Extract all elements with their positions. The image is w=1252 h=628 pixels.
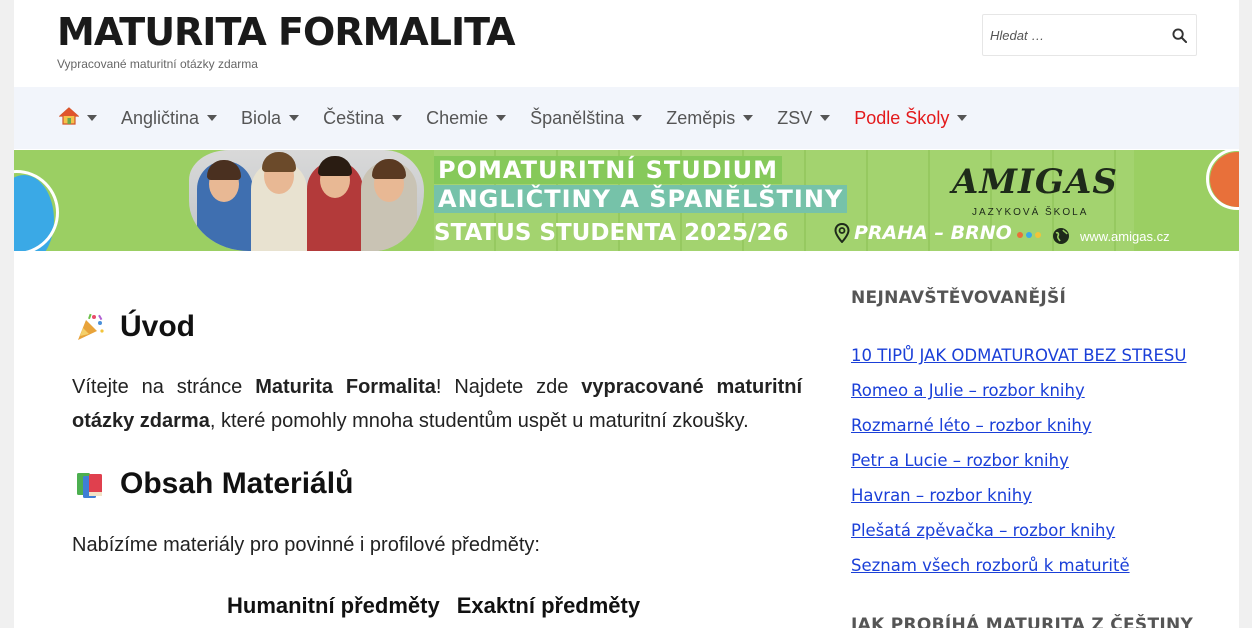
nav-label: Podle Školy	[854, 107, 950, 128]
decor-dots	[1017, 232, 1041, 238]
banner-cities: PRAHA – BRNO	[834, 222, 1012, 244]
nav-label: ZSV	[777, 107, 813, 128]
party-popper-icon	[72, 311, 108, 343]
nav-label: Chemie	[426, 107, 489, 128]
search-icon	[1171, 27, 1187, 43]
column-header-humanities: Humanitní předměty	[227, 593, 440, 618]
nav-item-anglictina[interactable]: Angličtina	[121, 87, 218, 149]
nav-label: Zeměpis	[666, 107, 736, 128]
cities-text: PRAHA – BRNO	[854, 222, 1012, 244]
nav-item-zsv[interactable]: ZSV	[777, 87, 831, 149]
nav-label: Biola	[241, 107, 282, 128]
sidebar-link[interactable]: Rozmarné léto – rozbor knihy	[851, 416, 1092, 435]
website-text: www.amigas.cz	[1080, 228, 1170, 244]
home-icon	[58, 106, 80, 130]
brand-subtitle: JAZYKOVÁ ŠKOLA	[972, 207, 1089, 218]
nav-item-home[interactable]	[58, 87, 97, 149]
site-title[interactable]: MATURITA FORMALITA	[57, 10, 516, 54]
nav-item-cestina[interactable]: Čeština	[323, 87, 403, 149]
nav-label: Čeština	[323, 107, 385, 128]
chevron-down-icon	[496, 115, 507, 121]
decor-ring	[14, 170, 59, 251]
search-input[interactable]	[983, 15, 1163, 55]
chevron-down-icon	[87, 115, 97, 121]
column-header-exact: Exaktní předměty	[456, 593, 641, 618]
sidebar-link[interactable]: Seznam všech rozborů k maturitě	[851, 556, 1130, 575]
chevron-down-icon	[632, 115, 643, 121]
chevron-down-icon	[289, 115, 300, 121]
chevron-down-icon	[957, 115, 968, 121]
banner-headline: POMATURITNÍ STUDIUM	[434, 156, 782, 184]
nav-item-podle-skoly[interactable]: Podle Školy	[854, 87, 968, 149]
chevron-down-icon	[820, 115, 831, 121]
nav-item-chemie[interactable]: Chemie	[426, 87, 507, 149]
list-item: Seznam všech rozborů k maturitě	[851, 553, 1187, 588]
nav-label: Angličtina	[121, 107, 200, 128]
subjects-table-header: Humanitní předměty Exaktní předměty	[227, 593, 640, 619]
sidebar-popular-list: 10 TIPŮ JAK ODMATUROVAT BEZ STRESU Romeo…	[851, 343, 1187, 588]
sidebar-link[interactable]: 10 TIPŮ JAK ODMATUROVAT BEZ STRESU	[851, 346, 1187, 365]
decor-ring	[1206, 150, 1239, 210]
page: MATURITA FORMALITA Vypracované maturitní…	[14, 0, 1239, 628]
nav-item-spanelstina[interactable]: Španělština	[530, 87, 643, 149]
books-icon	[72, 468, 108, 500]
globe-icon	[1053, 228, 1069, 244]
banner-subheadline: ANGLIČTINY A ŠPANĚLŠTINY	[434, 185, 848, 213]
banner-status: STATUS STUDENTA 2025/26	[434, 220, 789, 246]
students-photo	[189, 150, 424, 251]
intro-paragraph: Vítejte na stránce Maturita Formalita! N…	[72, 376, 802, 432]
sidebar-popular-title: NEJNAVŠTĚVOVANĚJŠÍ	[851, 288, 1067, 308]
search-form	[982, 14, 1197, 56]
banner-website: www.amigas.cz	[1052, 227, 1170, 245]
sidebar-link[interactable]: Romeo a Julie – rozbor knihy	[851, 381, 1085, 400]
amigas-logo: AMIGAS	[952, 162, 1118, 202]
nav-item-biola[interactable]: Biola	[241, 87, 300, 149]
intro-heading-text: Úvod	[120, 310, 195, 343]
location-pin-icon	[834, 223, 850, 243]
sidebar-link[interactable]: Havran – rozbor knihy	[851, 486, 1032, 505]
list-item: Rozmarné léto – rozbor knihy	[851, 413, 1187, 448]
main-nav: Angličtina Biola Čeština Chemie Španělšt…	[14, 87, 1239, 149]
list-item: Romeo a Julie – rozbor knihy	[851, 378, 1187, 413]
list-item: Havran – rozbor knihy	[851, 483, 1187, 518]
chevron-down-icon	[207, 115, 218, 121]
intro-heading: Úvod	[72, 310, 195, 344]
nav-item-zemepis[interactable]: Zeměpis	[666, 87, 754, 149]
sidebar-link[interactable]: Petr a Lucie – rozbor knihy	[851, 451, 1069, 470]
nav-label: Španělština	[530, 107, 625, 128]
list-item: Petr a Lucie – rozbor knihy	[851, 448, 1187, 483]
chevron-down-icon	[392, 115, 403, 121]
list-item: 10 TIPŮ JAK ODMATUROVAT BEZ STRESU	[851, 343, 1187, 378]
chevron-down-icon	[743, 115, 754, 121]
sidebar-link[interactable]: Plešatá zpěvačka – rozbor knihy	[851, 521, 1115, 540]
materials-heading: Obsah Materiálů	[72, 467, 353, 501]
list-item: Plešatá zpěvačka – rozbor knihy	[851, 518, 1187, 553]
search-button[interactable]	[1162, 15, 1196, 55]
ad-banner[interactable]: POMATURITNÍ STUDIUM ANGLIČTINY A ŠPANĚLŠ…	[14, 150, 1239, 251]
sidebar-second-title: JAK PROBÍHÁ MATURITA Z ČEŠTINY	[851, 615, 1194, 628]
materials-heading-text: Obsah Materiálů	[120, 467, 354, 500]
site-description: Vypracované maturitní otázky zdarma	[57, 57, 258, 71]
materials-paragraph: Nabízíme materiály pro povinné i profilo…	[72, 534, 540, 556]
